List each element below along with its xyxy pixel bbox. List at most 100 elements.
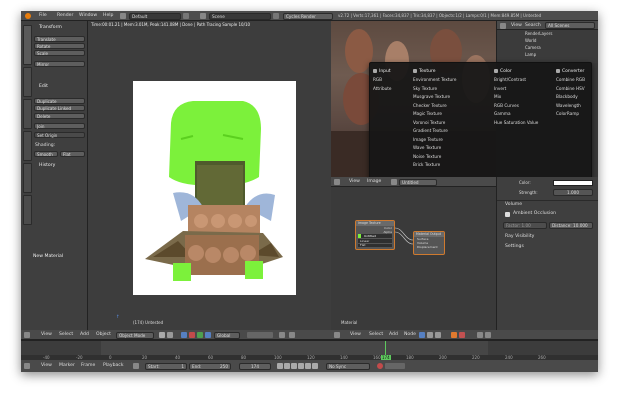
menu-item-attribute[interactable]: Attribute — [373, 85, 413, 94]
ao-distance-field[interactable]: Distance: 10.000 — [549, 222, 593, 229]
editor-type-icon[interactable] — [24, 332, 30, 338]
layers-icon[interactable] — [247, 332, 273, 338]
screen-layout-select[interactable]: Default — [129, 12, 181, 20]
color-swatch[interactable] — [553, 180, 593, 186]
outliner-item-camera[interactable]: Camera — [525, 45, 541, 51]
manipulator-icon[interactable] — [181, 332, 187, 338]
render-engine-select[interactable]: Cycles Render — [283, 12, 333, 20]
node-menu-view[interactable]: View — [350, 332, 361, 338]
image-editor-icon[interactable] — [334, 179, 340, 185]
join-button[interactable]: Join — [34, 123, 85, 129]
image-texture-node[interactable]: Image Texture Color Alpha Untitled Linea… — [355, 220, 395, 250]
outliner-display-select[interactable]: All Scenes — [545, 22, 595, 29]
snap-icon[interactable] — [279, 332, 285, 338]
timeline-menu-marker[interactable]: Marker — [59, 363, 75, 369]
ao-factor-field[interactable]: Factor: 1.00 — [503, 222, 547, 229]
menu-item-sky-texture[interactable]: Sky Texture — [413, 85, 478, 94]
mirror-button[interactable]: Mirror — [34, 61, 85, 67]
menu-item-wavelength[interactable]: Wavelength — [556, 102, 592, 111]
menu-item-combine-rgb[interactable]: Combine RGB — [556, 76, 592, 85]
menu-item-gradient-texture[interactable]: Gradient Texture — [413, 127, 478, 136]
outliner-item-lamp[interactable]: Lamp — [525, 52, 536, 58]
rotate-manipulator-icon[interactable] — [197, 332, 203, 338]
image-texture-node-image-field[interactable]: Untitled — [358, 234, 392, 238]
duplicate-button[interactable]: Duplicate — [34, 98, 85, 104]
screen-layout-icon[interactable] — [120, 13, 126, 19]
tab-tools[interactable] — [23, 25, 32, 65]
scale-manipulator-icon[interactable] — [205, 332, 211, 338]
3d-viewport[interactable]: Time:00:01.21 | Mem:3.01M, Peak:141.08M … — [88, 21, 331, 330]
timeline[interactable]: -40 -20 0 20 40 60 80 100 120 140 160 18… — [21, 340, 598, 361]
material-output-node[interactable]: Material Output Surface Volume Displacem… — [413, 231, 445, 255]
translate-manipulator-icon[interactable] — [189, 332, 195, 338]
current-frame-field[interactable]: 174 — [239, 362, 271, 370]
viewport-menu-select[interactable]: Select — [59, 332, 73, 338]
next-keyframe-icon[interactable] — [305, 363, 311, 369]
outliner-menu-search[interactable]: Search — [525, 23, 541, 29]
image-menu-view[interactable]: View — [349, 179, 360, 185]
menu-item-rgb-curves[interactable]: RGB Curves — [494, 102, 554, 111]
shading-flat-button[interactable]: Flat — [60, 151, 85, 157]
ambient-occlusion-checkbox[interactable] — [505, 212, 510, 217]
menu-item-checker-texture[interactable]: Checker Texture — [413, 102, 478, 111]
backdrop-icon[interactable] — [485, 332, 491, 338]
jump-end-icon[interactable] — [312, 363, 318, 369]
jump-start-icon[interactable] — [277, 363, 283, 369]
play-reverse-icon[interactable] — [291, 363, 297, 369]
node-menu-select[interactable]: Select — [369, 332, 383, 338]
viewport-menu-view[interactable]: View — [41, 332, 52, 338]
node-editor[interactable]: Image Texture Color Alpha Untitled Linea… — [331, 187, 496, 330]
viewport-menu-object[interactable]: Object — [96, 332, 111, 338]
volume-panel-header[interactable]: Volume — [505, 202, 522, 208]
rotate-button[interactable]: Rotate — [34, 43, 85, 49]
menu-item-gamma[interactable]: Gamma — [494, 110, 554, 119]
node-menu-node[interactable]: Node — [404, 332, 416, 338]
scale-button[interactable]: Scale — [34, 50, 85, 56]
prev-keyframe-icon[interactable] — [284, 363, 290, 369]
orientation-select[interactable]: Global — [214, 331, 240, 339]
menu-item-noise-texture[interactable]: Noise Texture — [413, 153, 478, 162]
node-menu-add[interactable]: Add — [389, 332, 398, 338]
add-screen-icon[interactable] — [183, 13, 189, 19]
node-editor-type-icon[interactable] — [334, 332, 340, 338]
menu-help[interactable]: Help — [103, 13, 113, 19]
mode-select[interactable]: Object Mode — [116, 331, 154, 339]
snap-node-icon[interactable] — [477, 332, 483, 338]
timeline-editor-icon[interactable] — [24, 363, 30, 369]
duplicate-linked-button[interactable]: Duplicate Linked — [34, 105, 85, 111]
timeline-menu-playback[interactable]: Playback — [103, 363, 124, 369]
menu-item-wave-texture[interactable]: Wave Texture — [413, 144, 478, 153]
scene-select[interactable]: Scene — [209, 12, 271, 20]
tab-relations[interactable] — [23, 99, 32, 129]
image-menu-image[interactable]: Image — [367, 179, 381, 185]
menu-item-combine-hsv[interactable]: Combine HSV — [556, 85, 592, 94]
material-icon[interactable] — [459, 332, 465, 338]
start-frame-field[interactable]: Start: 1 — [145, 362, 187, 370]
tab-physics[interactable] — [23, 163, 32, 193]
outliner-item-renderlayers[interactable]: RenderLayers — [525, 31, 552, 37]
menu-item-blackbody[interactable]: Blackbody — [556, 93, 592, 102]
menu-item-magic-texture[interactable]: Magic Texture — [413, 110, 478, 119]
menu-item-hue-saturation-value[interactable]: Hue Saturation Value — [494, 119, 554, 128]
tab-create[interactable] — [23, 67, 32, 97]
menu-item-bright-contrast[interactable]: Bright/Contrast — [494, 76, 554, 85]
outliner-editor-icon[interactable] — [500, 22, 506, 29]
image-texture-node-projection-field[interactable]: Flat — [358, 244, 392, 247]
play-icon[interactable] — [298, 363, 304, 369]
strength-field[interactable]: 1.000 — [553, 189, 593, 196]
menu-file[interactable]: File — [39, 13, 47, 19]
history-panel-header[interactable]: History — [39, 163, 55, 169]
tab-animation[interactable] — [23, 131, 32, 161]
menu-item-mix[interactable]: Mix — [494, 93, 554, 102]
compositing-nodes-icon[interactable] — [435, 332, 441, 338]
keying-set-icon[interactable] — [385, 363, 405, 369]
delete-button[interactable]: Delete — [34, 113, 85, 119]
edit-panel-header[interactable]: Edit — [39, 84, 48, 90]
object-icon[interactable] — [451, 332, 457, 338]
menu-item-colorramp[interactable]: ColorRamp — [556, 110, 592, 119]
texture-nodes-icon[interactable] — [427, 332, 433, 338]
end-frame-field[interactable]: End: 250 — [189, 362, 231, 370]
image-browse-icon[interactable] — [391, 179, 397, 185]
transform-panel-header[interactable]: Transform — [39, 25, 62, 31]
shader-nodes-icon[interactable] — [419, 332, 425, 338]
